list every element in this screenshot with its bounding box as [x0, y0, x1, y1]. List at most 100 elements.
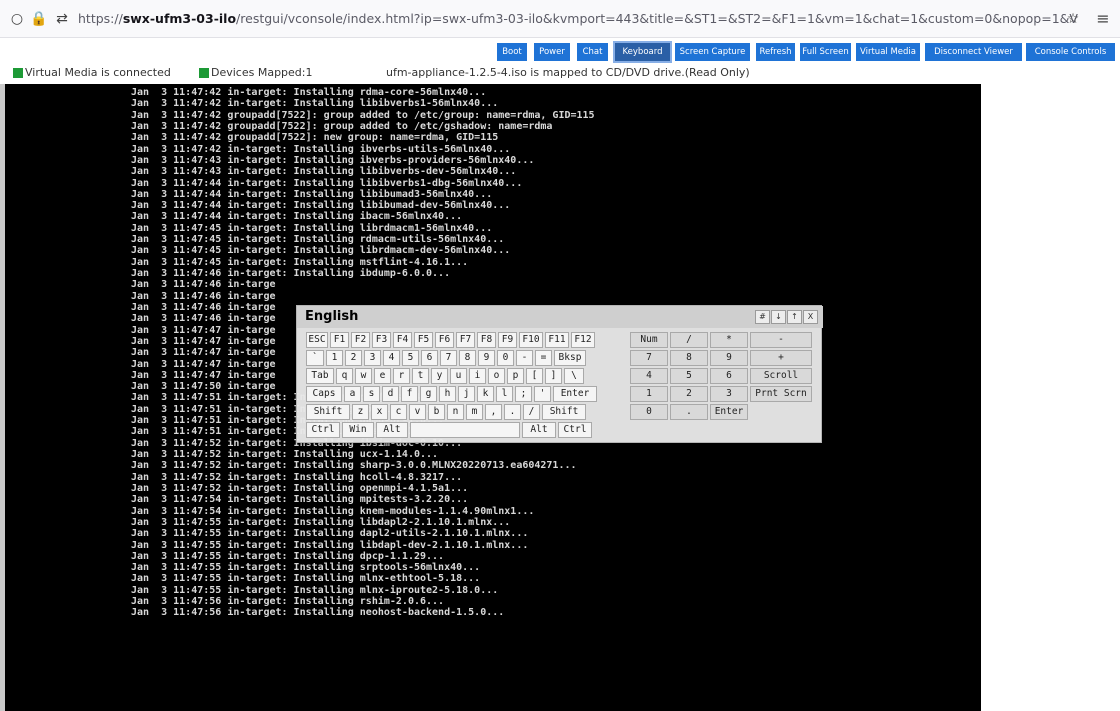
numpad-key-prnt-scrn[interactable]: Prnt Scrn: [750, 386, 812, 402]
key-minus[interactable]: -: [516, 350, 533, 366]
key-alt[interactable]: Alt: [522, 422, 556, 438]
key-f2[interactable]: F2: [351, 332, 370, 348]
key-1[interactable]: 1: [326, 350, 343, 366]
key-equals[interactable]: =: [535, 350, 552, 366]
numpad-key-scroll[interactable]: Scroll: [750, 368, 812, 384]
key-quote[interactable]: ': [534, 386, 551, 402]
key-o[interactable]: o: [488, 368, 505, 384]
permissions-icon[interactable]: ⇄: [53, 10, 71, 28]
key-backtick[interactable]: `: [306, 350, 324, 366]
toolbar-full-screen-button[interactable]: Full Screen: [800, 43, 851, 61]
numpad-key-0[interactable]: 0: [630, 404, 668, 420]
key-h[interactable]: h: [439, 386, 456, 402]
key-9[interactable]: 9: [478, 350, 495, 366]
toolbar-console-controls-button[interactable]: Console Controls: [1026, 43, 1115, 61]
key-a[interactable]: a: [344, 386, 361, 402]
bookmark-star-icon[interactable]: ☆: [1064, 10, 1082, 28]
toolbar-chat-button[interactable]: Chat: [577, 43, 608, 61]
key-x[interactable]: x: [371, 404, 388, 420]
key-n[interactable]: n: [447, 404, 464, 420]
key-f4[interactable]: F4: [393, 332, 412, 348]
key-g[interactable]: g: [420, 386, 437, 402]
toolbar-disconnect-viewer-button[interactable]: Disconnect Viewer: [925, 43, 1022, 61]
key-f6[interactable]: F6: [435, 332, 454, 348]
numpad-key-9[interactable]: 9: [710, 350, 748, 366]
key-semicolon[interactable]: ;: [515, 386, 532, 402]
key-period[interactable]: .: [504, 404, 521, 420]
keyboard-header-up-button[interactable]: ↑: [787, 310, 802, 324]
key-y[interactable]: y: [431, 368, 448, 384]
numpad-key-period[interactable]: .: [670, 404, 708, 420]
key-2[interactable]: 2: [345, 350, 362, 366]
key-f[interactable]: f: [401, 386, 418, 402]
numpad-key-1[interactable]: 1: [630, 386, 668, 402]
url-field[interactable]: https://swx-ufm3-03-ilo/restgui/vconsole…: [78, 11, 1078, 29]
numpad-key-8[interactable]: 8: [670, 350, 708, 366]
key-e[interactable]: e: [374, 368, 391, 384]
key-t[interactable]: t: [412, 368, 429, 384]
key-f8[interactable]: F8: [477, 332, 496, 348]
toolbar-virtual-media-button[interactable]: Virtual Media: [856, 43, 920, 61]
key-8[interactable]: 8: [459, 350, 476, 366]
key-j[interactable]: j: [458, 386, 475, 402]
key-m[interactable]: m: [466, 404, 483, 420]
key-caps[interactable]: Caps: [306, 386, 342, 402]
key-alt[interactable]: Alt: [376, 422, 408, 438]
numpad-key-enter[interactable]: Enter: [710, 404, 748, 420]
key-v[interactable]: v: [409, 404, 426, 420]
key-win[interactable]: Win: [342, 422, 374, 438]
key-c[interactable]: c: [390, 404, 407, 420]
numpad-key-asterisk[interactable]: *: [710, 332, 748, 348]
toolbar-boot-button[interactable]: Boot: [497, 43, 527, 61]
key-3[interactable]: 3: [364, 350, 381, 366]
shield-icon[interactable]: ○: [8, 10, 26, 28]
key-7[interactable]: 7: [440, 350, 457, 366]
key-k[interactable]: k: [477, 386, 494, 402]
key-f1[interactable]: F1: [330, 332, 349, 348]
key-i[interactable]: i: [469, 368, 486, 384]
toolbar-screen-capture-button[interactable]: Screen Capture: [675, 43, 750, 61]
key-ctrl[interactable]: Ctrl: [306, 422, 340, 438]
key-rbracket[interactable]: ]: [545, 368, 562, 384]
key-f12[interactable]: F12: [571, 332, 595, 348]
numpad-key-minus[interactable]: -: [750, 332, 812, 348]
key-f5[interactable]: F5: [414, 332, 433, 348]
key-shift[interactable]: Shift: [542, 404, 586, 420]
key-esc[interactable]: ESC: [306, 332, 328, 348]
keyboard-header-hash-button[interactable]: #: [755, 310, 770, 324]
key-0[interactable]: 0: [497, 350, 514, 366]
key-q[interactable]: q: [336, 368, 353, 384]
key-p[interactable]: p: [507, 368, 524, 384]
numpad-key-7[interactable]: 7: [630, 350, 668, 366]
toolbar-power-button[interactable]: Power: [534, 43, 570, 61]
key-r[interactable]: r: [393, 368, 410, 384]
key-6[interactable]: 6: [421, 350, 438, 366]
key-s[interactable]: s: [363, 386, 380, 402]
key-f9[interactable]: F9: [498, 332, 517, 348]
numpad-key-4[interactable]: 4: [630, 368, 668, 384]
key-backslash[interactable]: \: [564, 368, 584, 384]
numpad-key-plus[interactable]: +: [750, 350, 812, 366]
key-f7[interactable]: F7: [456, 332, 475, 348]
key-comma[interactable]: ,: [485, 404, 502, 420]
numpad-key-3[interactable]: 3: [710, 386, 748, 402]
key-z[interactable]: z: [352, 404, 369, 420]
key-w[interactable]: w: [355, 368, 372, 384]
key-space[interactable]: [410, 422, 520, 438]
key-lbracket[interactable]: [: [526, 368, 543, 384]
key-tab[interactable]: Tab: [306, 368, 334, 384]
key-f11[interactable]: F11: [545, 332, 569, 348]
key-f3[interactable]: F3: [372, 332, 391, 348]
key-b[interactable]: b: [428, 404, 445, 420]
keyboard-header[interactable]: English # ↓ ↑ X: [297, 306, 823, 328]
lock-icon[interactable]: 🔒: [30, 10, 48, 28]
numpad-key-slash[interactable]: /: [670, 332, 708, 348]
toolbar-keyboard-button[interactable]: Keyboard: [613, 41, 672, 63]
keyboard-header-down-button[interactable]: ↓: [771, 310, 786, 324]
key-l[interactable]: l: [496, 386, 513, 402]
numpad-key-5[interactable]: 5: [670, 368, 708, 384]
keyboard-header-x-button[interactable]: X: [803, 310, 818, 324]
key-bksp[interactable]: Bksp: [554, 350, 586, 366]
key-enter[interactable]: Enter: [553, 386, 597, 402]
key-ctrl[interactable]: Ctrl: [558, 422, 592, 438]
